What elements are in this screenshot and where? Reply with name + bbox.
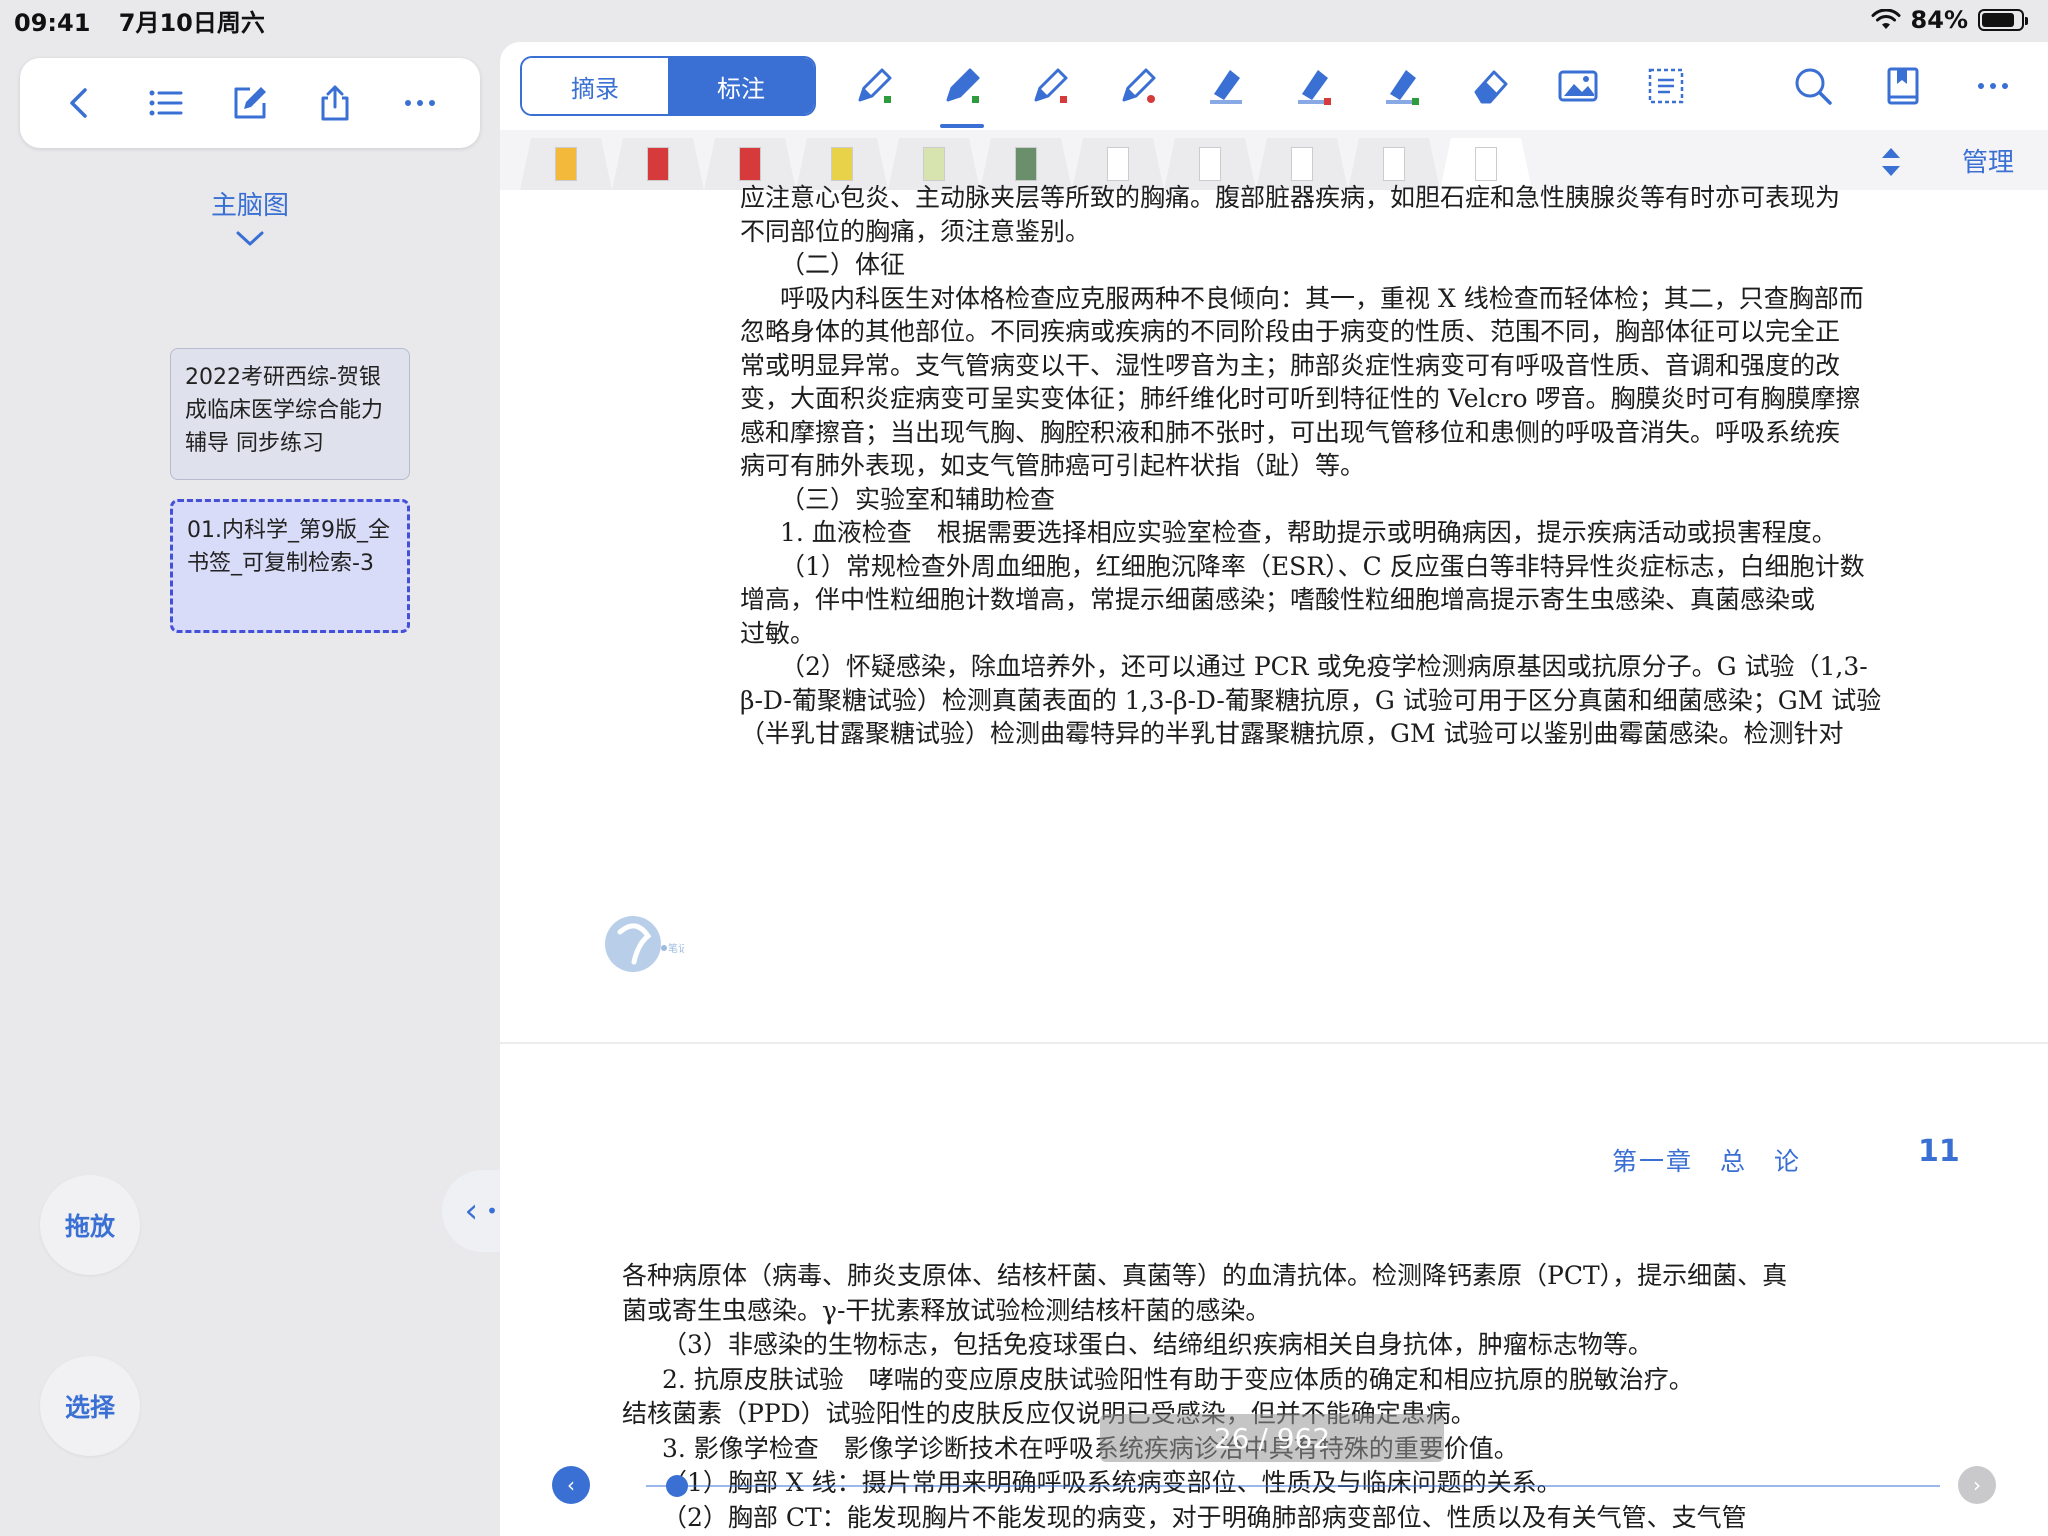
left-toolbar: [20, 58, 480, 148]
pdf-text-line: 1. 血液检查 根据需要选择相应实验室检查，帮助提示或明确病因，提示疾病活动或损…: [780, 518, 1837, 547]
highlighter-red-icon[interactable]: [1270, 42, 1358, 130]
reader-panel: 摘录 标注 管理 应注意心包炎、主动脉夹层等所致的胸痛。腹部脏器疾病，如胆石症和…: [500, 42, 2048, 1536]
pdf-text-line: （二）体征: [780, 250, 906, 279]
manage-tabs-button[interactable]: 管理: [1962, 142, 2014, 179]
pdf-text-line: （半乳甘露聚糖试验）检测曲霉特异的半乳甘露聚糖抗原，GM 试验可以鉴别曲霉菌感染…: [740, 719, 1844, 748]
battery-percent: 84%: [1910, 6, 1968, 34]
chapter-header: 第一章 总 论: [1612, 1147, 1802, 1176]
drag-button[interactable]: 拖放: [40, 1175, 140, 1275]
logo-watermark-icon: 笔记: [605, 916, 684, 972]
battery-fill: [1982, 13, 2014, 27]
sort-icon[interactable]: [1874, 142, 1908, 182]
bookmark-icon[interactable]: [1858, 42, 1948, 130]
mindmap-node-label: 01.内科学_第9版_全书签_可复制检索-3: [187, 518, 390, 576]
pdf-text-line: 不同部位的胸痛，须注意鉴别。: [740, 216, 1091, 246]
page-slider-track[interactable]: [646, 1485, 1940, 1487]
more-icon[interactable]: [393, 76, 447, 130]
pdf-text-line: （3）非感染的生物标志，包括免疫球蛋白、结缔组织疾病相关自身抗体，肿瘤标志物等。: [662, 1330, 1653, 1359]
status-date: 7月10日周六: [118, 8, 265, 37]
pdf-text-line: 2. 抗原皮肤试验 哮喘的变应原皮肤试验阳性有助于变应体质的确定和相应抗原的脱敏…: [662, 1364, 1694, 1394]
pdf-text-line: 忽略身体的其他部位。不同疾病或疾病的不同阶段由于病变的性质、范围不同，胸部体征可…: [740, 317, 1841, 346]
pdf-text-line: （1）胸部 X 线：摄片常用来明确呼吸系统病变部位、性质及与临床问题的关系。: [662, 1468, 1562, 1497]
pdf-text-line: （2）怀疑感染，除血培养外，还可以通过 PCR 或免疫学检测病原基因或抗原分子。…: [780, 652, 1868, 681]
status-left: 09:41 7月10日周六: [14, 3, 285, 38]
pdf-text-line: 应注意心包炎、主动脉夹层等所致的胸痛。腹部脏器疾病，如胆石症和急性胰腺炎等有时亦…: [740, 183, 1841, 212]
status-time: 09:41: [14, 8, 91, 37]
highlighter-blue-icon[interactable]: [1182, 42, 1270, 130]
search-icon[interactable]: [1768, 42, 1858, 130]
watermark-text: 笔记: [668, 942, 684, 955]
page-number: 11: [1918, 1134, 1960, 1169]
mindmap-node-book[interactable]: 2022考研西综-贺银成临床医学综合能力辅导 同步练习: [170, 348, 410, 480]
battery-icon: [1978, 9, 2028, 31]
annotation-tools: [830, 42, 1710, 130]
pdf-text-line: （2）胸部 CT：能发现胸片不能发现的病变，对于明确肺部病变部位、性质以及有关气…: [662, 1502, 1747, 1532]
pdf-text-line: 病可有肺外表现，如支气管肺癌可引起杵状指（趾）等。: [740, 451, 1366, 480]
doc-tab[interactable]: [612, 138, 704, 190]
mindmap-title[interactable]: 主脑图: [170, 185, 330, 222]
pdf-text-line: 变，大面积炎症病变可呈实变体征；肺纤维化时可听到特征性的 Velcro 啰音。胸…: [740, 384, 1861, 413]
back-icon[interactable]: [53, 76, 107, 130]
highlighter-green-icon[interactable]: [1358, 42, 1446, 130]
pdf-text-line: 感和摩擦音；当出现气胸、胸腔积液和肺不张时，可出现气管移位和患侧的呼吸音消失。呼…: [740, 417, 1841, 447]
page-slider-thumb[interactable]: [666, 1475, 688, 1497]
image-icon[interactable]: [1534, 42, 1622, 130]
pdf-text-line: 菌或寄生虫感染。γ-干扰素释放试验检测结核杆菌的感染。: [622, 1295, 1271, 1325]
pen-red-dot-icon[interactable]: [1094, 42, 1182, 130]
pen-red-icon[interactable]: [1006, 42, 1094, 130]
pdf-text-line: 各种病原体（病毒、肺炎支原体、结核杆菌、真菌等）的血清抗体。检测降钙素原（PCT…: [622, 1261, 1788, 1290]
text-box-icon[interactable]: [1622, 42, 1710, 130]
pdf-page-area[interactable]: 应注意心包炎、主动脉夹层等所致的胸痛。腹部脏器疾病，如胆石症和急性胰腺炎等有时亦…: [500, 183, 2048, 1536]
pdf-text-line: （三）实验室和辅助检查: [780, 484, 1056, 514]
page-divider: [500, 1042, 2048, 1044]
eraser-icon[interactable]: [1446, 42, 1534, 130]
list-icon[interactable]: [138, 76, 192, 130]
share-icon[interactable]: [308, 76, 362, 130]
annotate-tab[interactable]: 标注: [668, 58, 814, 114]
dot-icon: •: [486, 1199, 498, 1223]
chevron-left-icon: ‹: [464, 1191, 479, 1231]
pdf-text-line: 增高，伴中性粒细胞计数增高，常提示细菌感染；嗜酸性粒细胞增高提示寄生虫感染、真菌…: [740, 585, 1816, 614]
mode-segmented-control: 摘录 标注: [520, 56, 816, 116]
reader-right-tools: [1768, 42, 2038, 130]
pdf-text-line: （1）常规检查外周血细胞，红细胞沉降率（ESR）、C 反应蛋白等非特异性炎症标志…: [780, 551, 1865, 581]
pen-blue-icon[interactable]: [918, 42, 1006, 130]
pdf-text-line: β-D-葡聚糖试验）检测真菌表面的 1,3-β-D-葡聚糖抗原，G 试验可用于区…: [740, 685, 1882, 715]
chevron-down-icon[interactable]: [233, 228, 267, 250]
excerpt-tab[interactable]: 摘录: [522, 58, 668, 114]
doc-tab[interactable]: [520, 138, 612, 190]
reader-more-icon[interactable]: [1948, 42, 2038, 130]
prev-page-button[interactable]: ‹: [552, 1466, 590, 1504]
next-page-button[interactable]: ›: [1958, 1466, 1996, 1504]
status-right: 84%: [1871, 6, 2028, 34]
status-bar: 09:41 7月10日周六 84%: [0, 0, 2048, 40]
wifi-icon: [1871, 9, 1901, 29]
pdf-text-line: 过敏。: [740, 618, 816, 648]
mindmap-node-selected[interactable]: 01.内科学_第9版_全书签_可复制检索-3: [170, 499, 410, 633]
page-indicator: 26 / 962: [1100, 1414, 1444, 1462]
pen-green-icon[interactable]: [830, 42, 918, 130]
select-button[interactable]: 选择: [40, 1356, 140, 1456]
pdf-text-line: 常或明显异常。支气管病变以干、湿性啰音为主；肺部炎症性病变可有呼吸音性质、音调和…: [740, 350, 1841, 380]
edit-icon[interactable]: [223, 76, 277, 130]
pdf-text-line: 呼吸内科医生对体格检查应克服两种不良倾向：其一，重视 X 线检查而轻体检；其二，…: [780, 283, 1864, 313]
mindmap-node-label: 2022考研西综-贺银成临床医学综合能力辅导 同步练习: [185, 365, 384, 456]
